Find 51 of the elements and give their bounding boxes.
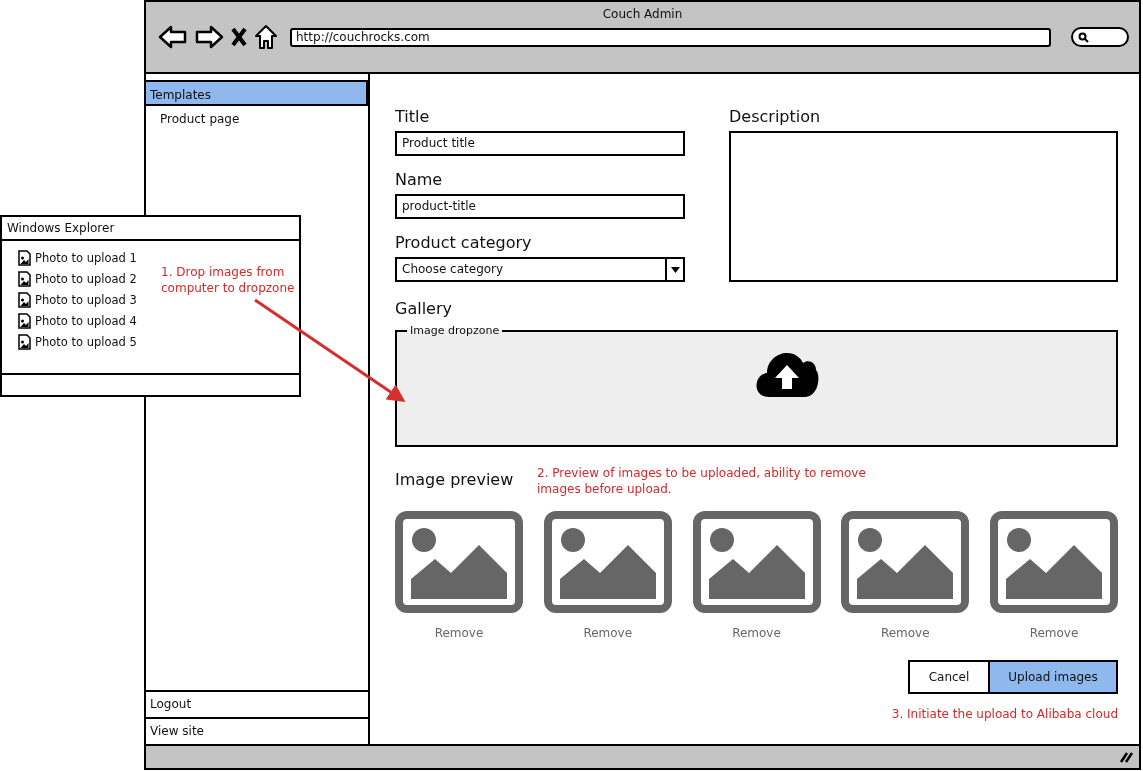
dropzone-label: Image dropzone	[409, 324, 501, 337]
home-icon[interactable]	[254, 24, 278, 50]
image-file-icon	[18, 291, 31, 308]
remove-link[interactable]: Remove	[732, 626, 781, 640]
back-icon[interactable]	[158, 25, 188, 49]
image-placeholder-icon	[543, 511, 672, 613]
field-label: Name	[395, 170, 444, 191]
image-file-icon	[18, 312, 31, 329]
sidebar-link[interactable]: Logout	[146, 690, 368, 717]
file-item[interactable]: Photo to upload 1	[18, 249, 161, 266]
field-label: Product category	[395, 233, 533, 254]
search-field[interactable]	[1071, 27, 1129, 47]
remove-link[interactable]: Remove	[1029, 626, 1079, 640]
annotation-note: 3. Initiate the upload to Alibaba cloud	[890, 706, 1118, 722]
description-field[interactable]	[729, 131, 1118, 282]
annotation-note: 2. Preview of images to be uploaded, ability to remove images before upload.	[537, 465, 867, 497]
upload-button[interactable]: Upload images	[988, 662, 1116, 692]
image-placeholder-icon	[395, 511, 523, 613]
remove-link[interactable]: Remove	[880, 626, 930, 640]
image-placeholder-icon	[841, 511, 970, 613]
image-placeholder-icon	[990, 511, 1118, 613]
image-dropzone[interactable]: Image dropzone	[395, 324, 1118, 447]
cloud-upload-icon	[754, 351, 819, 397]
url-field[interactable]: http://couchrocks.com	[290, 27, 1051, 47]
file-item[interactable]: Photo to upload 5	[18, 333, 161, 350]
input-field[interactable]: product-title	[395, 194, 685, 219]
search-icon	[1078, 31, 1089, 43]
file-item[interactable]: Photo to upload 3	[18, 291, 161, 308]
window-title: Windows Explorer	[2, 217, 299, 241]
image-placeholder-icon	[692, 511, 821, 613]
caret-icon	[670, 266, 680, 273]
image-file-icon	[18, 270, 31, 287]
field-label: Title	[395, 107, 431, 128]
input-field[interactable]: Product title	[395, 131, 685, 156]
image-file-icon	[18, 333, 31, 350]
forward-icon[interactable]	[194, 25, 224, 49]
category-dropdown[interactable]: Choose category	[395, 257, 685, 282]
remove-link[interactable]: Remove	[583, 626, 633, 640]
sidebar-item[interactable]: Templates	[146, 80, 368, 106]
section-heading: Image preview	[395, 469, 515, 489]
section-heading: Gallery	[395, 299, 453, 318]
sidebar-item[interactable]: Product page	[146, 106, 368, 132]
file-item[interactable]: Photo to upload 4	[18, 312, 161, 329]
remove-link[interactable]: Remove	[434, 626, 484, 640]
image-file-icon	[18, 249, 31, 266]
annotation-note: 1. Drop images from computer to dropzone	[161, 264, 296, 297]
file-item[interactable]: Photo to upload 2	[18, 270, 161, 287]
window-title: Couch Admin	[601, 6, 684, 23]
field-label: Description	[729, 107, 822, 128]
resize-grip-icon[interactable]	[1119, 751, 1133, 763]
close-icon[interactable]	[230, 27, 248, 47]
